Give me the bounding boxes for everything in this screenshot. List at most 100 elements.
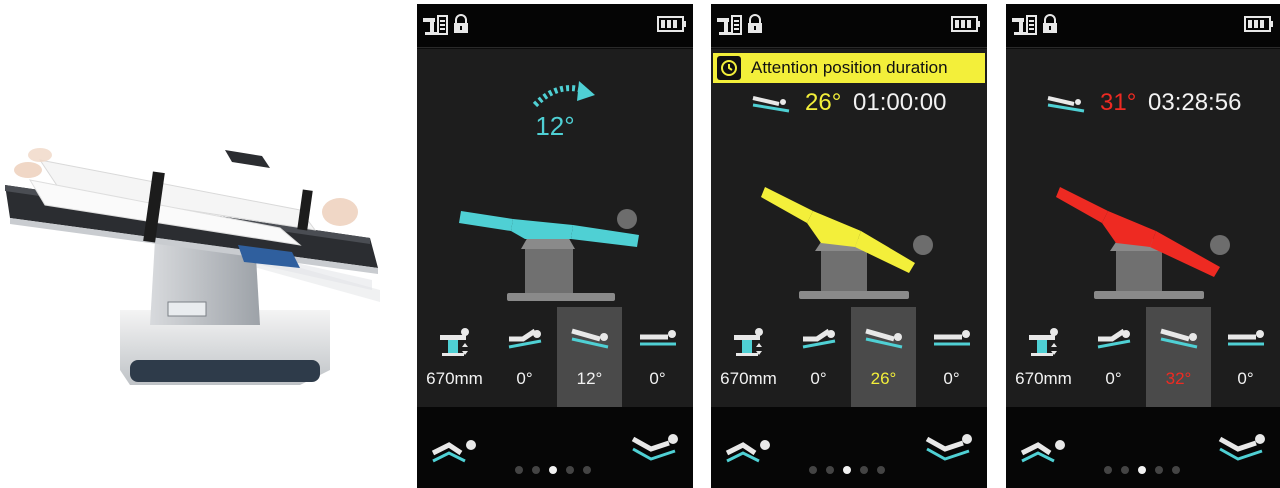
page-indicator[interactable] bbox=[1104, 466, 1184, 474]
control-height[interactable]: 670mm bbox=[711, 307, 786, 407]
position-display: 12° bbox=[417, 49, 693, 307]
flat-icon bbox=[933, 330, 970, 346]
control-value: 0° bbox=[649, 369, 666, 388]
table-height-icon bbox=[717, 15, 742, 35]
table-height-icon bbox=[1012, 15, 1037, 35]
page-dot[interactable] bbox=[1155, 466, 1163, 474]
table-height-icon bbox=[733, 328, 763, 356]
page-dot[interactable] bbox=[1104, 466, 1112, 474]
page-indicator[interactable] bbox=[809, 466, 889, 474]
control-value: 670mm bbox=[720, 369, 777, 388]
tilt-icon bbox=[570, 328, 608, 349]
lock-icon bbox=[454, 14, 468, 33]
operating-table-photo bbox=[0, 40, 400, 440]
control-value: 0° bbox=[943, 369, 960, 388]
table-tilt-graphic bbox=[1056, 187, 1230, 299]
control-back[interactable]: 0° bbox=[1081, 307, 1146, 407]
control-flat[interactable]: 0° bbox=[1211, 307, 1280, 407]
tilt-angle-value: 12° bbox=[535, 111, 575, 141]
attention-banner: Attention position duration bbox=[713, 53, 985, 83]
page-dot[interactable] bbox=[860, 466, 868, 474]
page-dot[interactable] bbox=[809, 466, 817, 474]
control-tilt[interactable]: 32° bbox=[1146, 307, 1211, 407]
backrest-icon bbox=[1097, 328, 1130, 349]
beach-chair-position-icon[interactable] bbox=[431, 435, 479, 463]
control-tilt[interactable]: 26° bbox=[851, 307, 916, 407]
control-value: 26° bbox=[870, 369, 897, 388]
rotation-arrow-icon bbox=[532, 81, 595, 108]
battery-icon bbox=[657, 16, 686, 32]
control-value: 32° bbox=[1165, 369, 1192, 388]
flat-icon bbox=[1227, 330, 1264, 346]
flex-position-icon[interactable] bbox=[629, 433, 679, 463]
control-value: 0° bbox=[1105, 369, 1122, 388]
screen-alarm: 31° 03:28:56 670mm 0° 32° 0° bbox=[1006, 4, 1280, 488]
tilt-icon bbox=[864, 328, 902, 349]
control-back[interactable]: 0° bbox=[492, 307, 557, 407]
tilt-icon bbox=[1159, 328, 1197, 349]
backrest-icon bbox=[508, 328, 541, 349]
table-tilt-graphic bbox=[459, 209, 639, 301]
position-bar bbox=[711, 407, 987, 488]
page-dot[interactable] bbox=[1121, 466, 1129, 474]
tilt-icon bbox=[1047, 96, 1085, 113]
control-value: 0° bbox=[810, 369, 827, 388]
control-value: 670mm bbox=[1015, 369, 1072, 388]
screen-normal: 12° 670mm 0° 12° 0° bbox=[417, 4, 693, 488]
readout-duration: 01:00:00 bbox=[853, 89, 947, 116]
page-indicator[interactable] bbox=[515, 466, 595, 474]
battery-icon bbox=[951, 16, 980, 32]
position-readout: 26° 01:00:00 bbox=[711, 87, 987, 121]
beach-chair-position-icon[interactable] bbox=[725, 435, 773, 463]
tilt-icon bbox=[752, 96, 790, 113]
clock-icon bbox=[717, 56, 741, 80]
control-back[interactable]: 0° bbox=[786, 307, 851, 407]
page-dot[interactable] bbox=[583, 466, 591, 474]
table-height-icon bbox=[423, 15, 448, 35]
position-bar bbox=[1006, 407, 1280, 488]
position-readout: 31° 03:28:56 bbox=[1006, 87, 1280, 121]
control-value: 12° bbox=[576, 369, 603, 388]
table-height-icon bbox=[439, 328, 469, 356]
position-display: 31° 03:28:56 bbox=[1006, 49, 1280, 307]
beach-chair-position-icon[interactable] bbox=[1020, 435, 1068, 463]
page-dot-active[interactable] bbox=[549, 466, 557, 474]
page-dot[interactable] bbox=[877, 466, 885, 474]
position-bar bbox=[417, 407, 693, 488]
page-dot[interactable] bbox=[826, 466, 834, 474]
control-value: 670mm bbox=[426, 369, 483, 388]
table-height-icon bbox=[1028, 328, 1058, 356]
readout-duration: 03:28:56 bbox=[1148, 89, 1242, 116]
battery-icon bbox=[1244, 16, 1273, 32]
flex-position-icon[interactable] bbox=[923, 433, 973, 463]
control-value: 0° bbox=[516, 369, 533, 388]
page-dot[interactable] bbox=[515, 466, 523, 474]
position-display: Attention position duration 26° 01:00:00 bbox=[711, 49, 987, 307]
readout-angle: 31° bbox=[1100, 89, 1137, 116]
page-dot[interactable] bbox=[532, 466, 540, 474]
page-dot-active[interactable] bbox=[1138, 466, 1146, 474]
control-height[interactable]: 670mm bbox=[1006, 307, 1081, 407]
stage: 12° 670mm 0° 12° 0° Attention position d… bbox=[0, 0, 1280, 488]
readout-angle: 26° bbox=[805, 89, 842, 116]
flex-position-icon[interactable] bbox=[1216, 433, 1266, 463]
page-dot[interactable] bbox=[566, 466, 574, 474]
lock-icon bbox=[1043, 14, 1057, 33]
control-height[interactable]: 670mm bbox=[417, 307, 492, 407]
status-bar bbox=[1006, 4, 1280, 48]
control-flat[interactable]: 0° bbox=[622, 307, 693, 407]
status-bar bbox=[417, 4, 693, 48]
axis-controls: 670mm 0° 12° 0° bbox=[417, 307, 693, 407]
control-tilt[interactable]: 12° bbox=[557, 307, 622, 407]
status-bar bbox=[711, 4, 987, 48]
control-flat[interactable]: 0° bbox=[916, 307, 987, 407]
page-dot-active[interactable] bbox=[843, 466, 851, 474]
control-value: 0° bbox=[1237, 369, 1254, 388]
attention-text: Attention position duration bbox=[751, 58, 948, 77]
backrest-icon bbox=[802, 328, 835, 349]
axis-controls: 670mm 0° 26° 0° bbox=[711, 307, 987, 407]
table-tilt-graphic bbox=[761, 187, 933, 299]
page-dot[interactable] bbox=[1172, 466, 1180, 474]
screen-attention: Attention position duration 26° 01:00:00 bbox=[711, 4, 987, 488]
flat-icon bbox=[639, 330, 676, 346]
